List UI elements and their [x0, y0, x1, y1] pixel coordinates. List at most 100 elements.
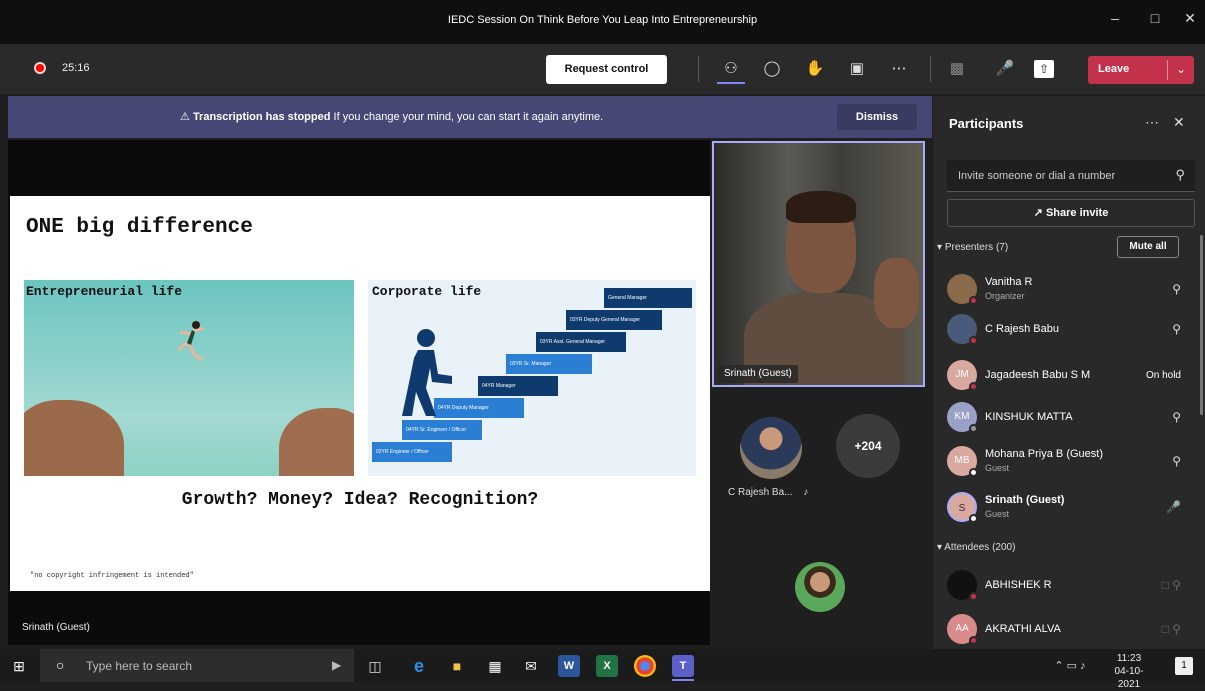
excel-icon[interactable]: X: [596, 655, 618, 677]
more-participants-button[interactable]: +204: [836, 414, 900, 478]
invite-input[interactable]: Invite someone or dial a number ⚲: [947, 160, 1195, 192]
rooms-icon[interactable]: ▣: [844, 58, 870, 80]
more-options-icon[interactable]: ⋯: [1145, 114, 1159, 131]
close-button[interactable]: ✕: [1175, 10, 1205, 27]
invite-placeholder: Invite someone or dial a number: [958, 170, 1116, 182]
participant-row[interactable]: KM KINSHUK MATTA ⚲: [933, 398, 1205, 438]
tile-name-label: C Rajesh Ba... ♪: [728, 487, 808, 498]
share-icon: ↗: [1033, 207, 1043, 219]
participant-row[interactable]: S Srinath (Guest) Guest 🎤: [933, 488, 1205, 528]
active-tab-indicator: [717, 82, 745, 84]
people-icon[interactable]: ⚇: [718, 58, 744, 80]
cliff-jump-image: [24, 280, 354, 476]
status-badge: [969, 296, 978, 305]
participant-row[interactable]: AA AKRATHI ALVA □ ⚲: [933, 610, 1205, 650]
shared-slide: ONE big difference Entrepreneurial life …: [10, 196, 710, 591]
participant-row[interactable]: Vanitha R Organizer ⚲: [933, 270, 1205, 310]
chevron-down-icon[interactable]: ⌄: [1176, 62, 1186, 76]
word-icon[interactable]: W: [558, 655, 580, 677]
mic-off-icon[interactable]: ⚲: [1172, 322, 1181, 336]
more-icon[interactable]: ⋯: [886, 58, 912, 80]
edge-icon[interactable]: e: [408, 655, 430, 677]
transcription-banner: ⚠ Transcription has stopped If you chang…: [8, 96, 932, 138]
participant-row[interactable]: JM Jagadeesh Babu S M On hold: [933, 356, 1205, 396]
windows-taskbar: ⊞ ○ Type here to search ▶ ◫ e ■ ▦ ✉ W X …: [0, 649, 1205, 690]
participant-name: KINSHUK MATTA: [985, 411, 1073, 423]
promote-icon[interactable]: □ ⚲: [1162, 622, 1181, 636]
banner-text: If you change your mind, you can start i…: [333, 111, 604, 123]
video-name-label: Srinath (Guest): [718, 365, 798, 383]
video-tile-srinath[interactable]: Srinath (Guest): [712, 141, 925, 387]
climbing-person-icon: [402, 329, 452, 416]
meeting-toolbar: 25:16 Request control ⚇ ◯ ✋ ▣ ⋯ ▩ 🎤 ⇧ Le…: [0, 44, 1205, 94]
status-badge: [969, 636, 978, 645]
participant-name: AKRATHI ALVA: [985, 623, 1061, 635]
participant-name: Srinath (Guest): [985, 494, 1065, 506]
share-invite-button[interactable]: ↗ Share invite: [947, 199, 1195, 227]
system-tray-icons[interactable]: ⌃ ▭ ♪: [1040, 655, 1100, 677]
taskbar-search-input[interactable]: ○ Type here to search ▶: [40, 649, 354, 682]
leave-button[interactable]: Leave ⌄: [1088, 56, 1194, 84]
mic-off-icon[interactable]: ⚲: [1172, 282, 1181, 296]
stair-step: General Manager: [604, 288, 692, 308]
presenters-section-toggle[interactable]: ▾ Presenters (7): [937, 242, 1008, 253]
left-cliff: [24, 400, 124, 476]
title-bar: IEDC Session On Think Before You Leap In…: [0, 0, 1205, 44]
stair-step: 04YR Sr. Engineer / Officer: [402, 420, 482, 440]
notification-center-icon[interactable]: 1: [1175, 657, 1193, 675]
participant-name: C Rajesh Babu: [985, 323, 1059, 335]
slide-question: Growth? Money? Idea? Recognition?: [181, 490, 539, 510]
chat-icon[interactable]: ◯: [759, 58, 785, 80]
participant-role: Guest: [985, 509, 1010, 519]
search-icon[interactable]: ⚲: [1175, 167, 1185, 183]
close-panel-icon[interactable]: ✕: [1173, 114, 1185, 131]
maximize-button[interactable]: □: [1140, 10, 1170, 26]
participants-scrollbar[interactable]: [1200, 235, 1203, 415]
mute-all-button[interactable]: Mute all: [1117, 236, 1179, 258]
promote-icon[interactable]: □ ⚲: [1162, 578, 1181, 592]
status-badge: [969, 382, 978, 391]
windows-start-icon[interactable]: ⊞: [8, 655, 30, 677]
entrepreneurial-label: Entrepreneurial life: [26, 284, 183, 299]
camera-off-icon[interactable]: ▩: [944, 58, 970, 80]
mic-off-icon[interactable]: ⚲: [1172, 410, 1181, 424]
attendees-header: Attendees (200): [944, 542, 1016, 553]
presenter-label: Srinath (Guest): [22, 622, 90, 633]
recording-icon: [34, 62, 46, 74]
mic-off-icon[interactable]: ⚲: [1172, 454, 1181, 468]
store-icon[interactable]: ▦: [484, 655, 506, 677]
mic-on-icon[interactable]: 🎤: [1166, 500, 1181, 514]
minimize-button[interactable]: –: [1100, 10, 1130, 26]
request-control-button[interactable]: Request control: [546, 55, 667, 84]
stair-step: 03YR Asst. General Manager: [536, 332, 626, 352]
teams-icon[interactable]: T: [672, 655, 694, 677]
mail-icon[interactable]: ✉: [520, 655, 542, 677]
mic-off-icon[interactable]: 🎤: [992, 58, 1018, 80]
toolbar-divider: [930, 56, 931, 82]
task-view-icon[interactable]: ◫: [364, 655, 386, 677]
attendees-section-toggle[interactable]: ▾ Attendees (200): [937, 542, 1015, 553]
banner-message: ⚠ Transcription has stopped If you chang…: [180, 110, 603, 123]
stair-step: 04YR Manager: [478, 376, 558, 396]
status-badge: [969, 514, 978, 523]
avatar-vanitha-r[interactable]: [795, 562, 845, 612]
dismiss-button[interactable]: Dismiss: [837, 104, 917, 130]
leave-label: Leave: [1098, 63, 1130, 75]
chrome-icon[interactable]: [634, 655, 656, 677]
microphone-icon[interactable]: ▶: [332, 658, 341, 672]
participant-row[interactable]: MB Mohana Priya B (Guest) Guest ⚲: [933, 442, 1205, 482]
share-tray-icon[interactable]: ⇧: [1034, 60, 1054, 78]
participant-row[interactable]: ABHISHEK R □ ⚲: [933, 566, 1205, 606]
warning-icon: ⚠: [180, 111, 190, 123]
corporate-ladder-image: 02YR Engineer / Officer 04YR Sr. Enginee…: [368, 280, 696, 476]
file-explorer-icon[interactable]: ■: [446, 655, 468, 677]
participant-role: Guest: [985, 463, 1010, 473]
presenters-header: Presenters (7): [944, 242, 1009, 253]
toolbar-divider: [698, 56, 699, 82]
reactions-icon[interactable]: ✋: [802, 58, 828, 80]
participant-name: ABHISHEK R: [985, 579, 1052, 591]
slide-title: ONE big difference: [26, 216, 253, 239]
avatar-c-rajesh-babu[interactable]: [740, 417, 802, 479]
participant-row[interactable]: C Rajesh Babu ⚲: [933, 310, 1205, 350]
taskbar-clock[interactable]: 11:23 04-10-2021: [1106, 652, 1152, 691]
